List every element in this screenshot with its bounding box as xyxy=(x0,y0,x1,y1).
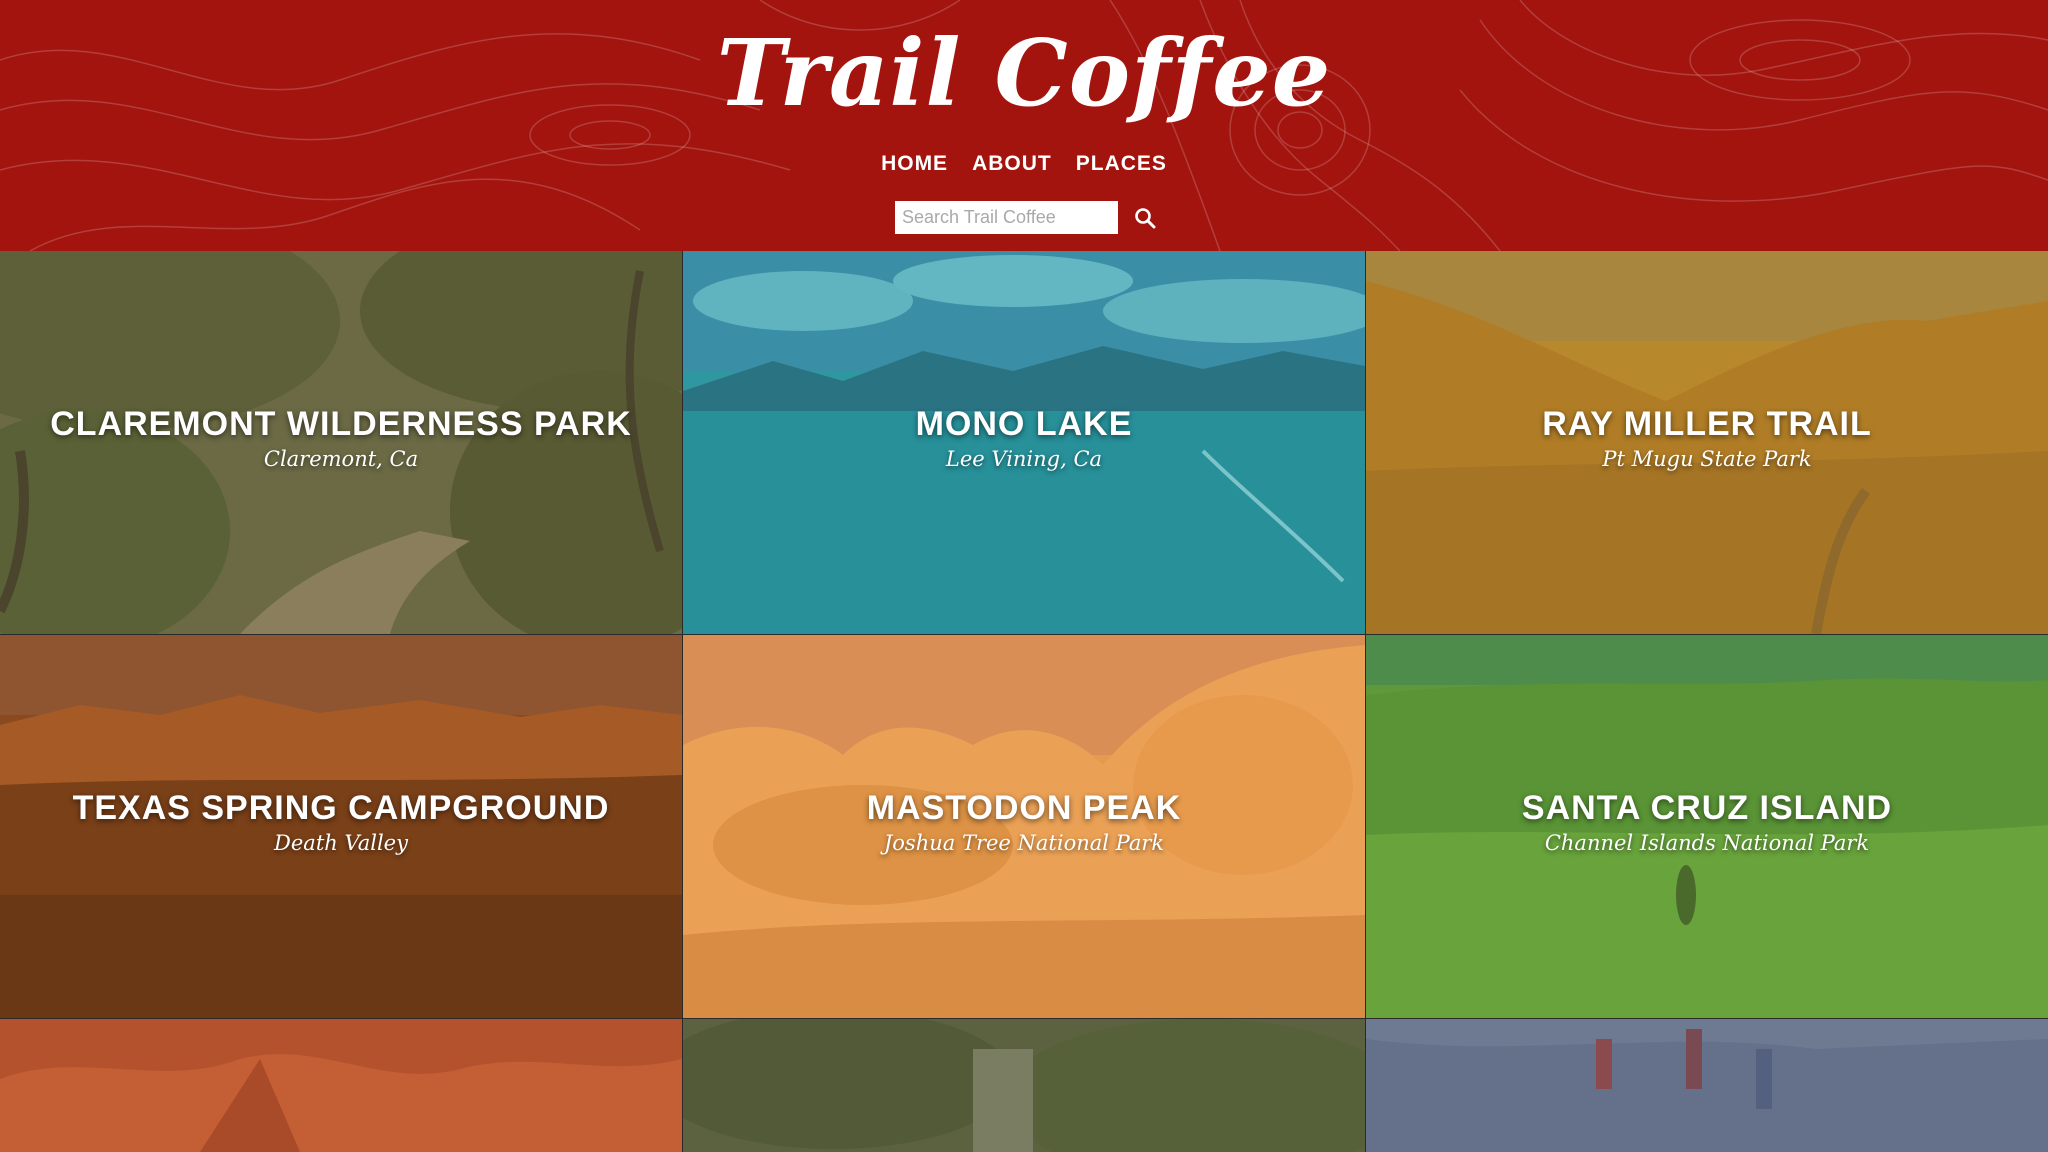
place-card-row3-3[interactable] xyxy=(1366,1019,2048,1152)
place-card-claremont[interactable]: CLAREMONT WILDERNESS PARK Claremont, Ca xyxy=(0,251,682,634)
place-title: MONO LAKE xyxy=(915,405,1133,443)
place-location: Lee Vining, Ca xyxy=(945,447,1103,471)
place-caption: MONO LAKE Lee Vining, Ca xyxy=(683,403,1365,473)
place-caption: SANTA CRUZ ISLAND Channel Islands Nation… xyxy=(1366,787,2048,857)
nav-places[interactable]: PLACES xyxy=(1076,150,1167,178)
place-card-mono-lake[interactable]: MONO LAKE Lee Vining, Ca xyxy=(683,251,1365,634)
places-grid: CLAREMONT WILDERNESS PARK Claremont, Ca … xyxy=(0,251,2048,1152)
place-card-row3-2[interactable] xyxy=(683,1019,1365,1152)
place-caption: TEXAS SPRING CAMPGROUND Death Valley xyxy=(0,787,682,857)
place-location: Claremont, Ca xyxy=(263,447,419,471)
place-title: SANTA CRUZ ISLAND xyxy=(1521,789,1893,827)
place-photo xyxy=(1366,1019,2048,1152)
main-nav: HOME ABOUT PLACES xyxy=(0,150,2048,178)
place-caption: CLAREMONT WILDERNESS PARK Claremont, Ca xyxy=(0,403,682,473)
place-card-mastodon-peak[interactable]: MASTODON PEAK Joshua Tree National Park xyxy=(683,635,1365,1018)
place-photo xyxy=(0,1019,682,1152)
site-header: Trail Coffee HOME ABOUT PLACES xyxy=(0,0,2048,251)
search-button[interactable] xyxy=(1130,203,1160,233)
place-caption: RAY MILLER TRAIL Pt Mugu State Park xyxy=(1366,403,2048,473)
place-title: CLAREMONT WILDERNESS PARK xyxy=(50,405,632,443)
place-caption: MASTODON PEAK Joshua Tree National Park xyxy=(683,787,1365,857)
place-location: Death Valley xyxy=(274,831,408,855)
place-card-santa-cruz[interactable]: SANTA CRUZ ISLAND Channel Islands Nation… xyxy=(1366,635,2048,1018)
place-title: RAY MILLER TRAIL xyxy=(1542,405,1872,443)
place-location: Joshua Tree National Park xyxy=(883,831,1165,855)
place-location: Channel Islands National Park xyxy=(1544,831,1870,855)
place-location: Pt Mugu State Park xyxy=(1602,447,1812,471)
place-card-texas-spring[interactable]: TEXAS SPRING CAMPGROUND Death Valley xyxy=(0,635,682,1018)
search-input[interactable] xyxy=(895,201,1118,234)
nav-about[interactable]: ABOUT xyxy=(972,150,1052,178)
search-bar xyxy=(895,201,1160,234)
place-card-row3-1[interactable] xyxy=(0,1019,682,1152)
place-title: TEXAS SPRING CAMPGROUND xyxy=(72,789,610,827)
search-icon xyxy=(1135,207,1156,228)
nav-home[interactable]: HOME xyxy=(881,150,948,178)
place-photo xyxy=(683,1019,1365,1152)
place-card-ray-miller[interactable]: RAY MILLER TRAIL Pt Mugu State Park xyxy=(1366,251,2048,634)
site-logo[interactable]: Trail Coffee xyxy=(0,18,2048,128)
place-title: MASTODON PEAK xyxy=(866,789,1182,827)
